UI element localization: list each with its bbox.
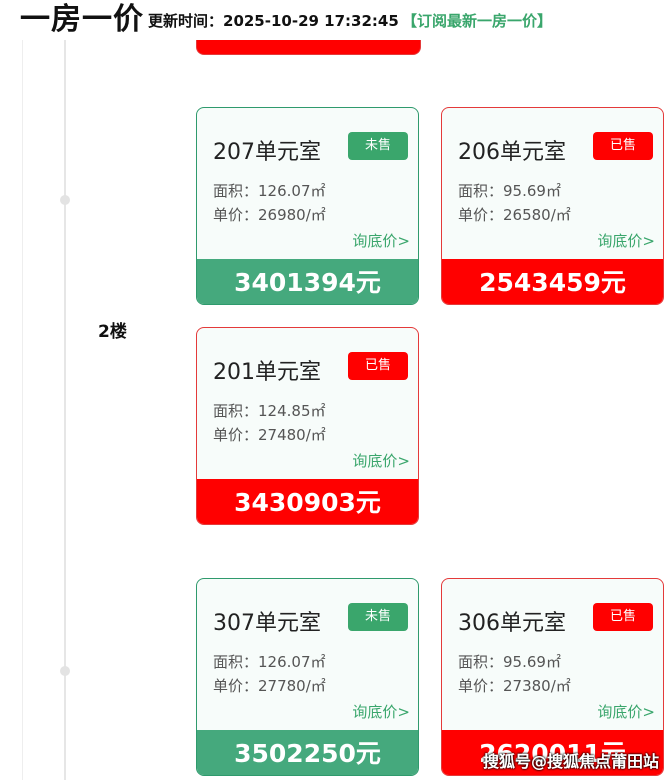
unit-title: 306单元室 xyxy=(458,611,566,636)
status-badge: 已售 xyxy=(593,132,653,160)
total-price-bar: 2543459元 xyxy=(442,259,663,304)
total-price-bar: 3430903元 xyxy=(197,479,418,524)
status-badge: 未售 xyxy=(348,603,408,631)
unit-title: 307单元室 xyxy=(213,611,321,636)
inquiry-price-link[interactable]: 询底价> xyxy=(352,230,410,251)
page-title: 一房一价 xyxy=(20,2,144,37)
timeline-dot xyxy=(60,195,70,205)
inquiry-price-link[interactable]: 询底价> xyxy=(597,230,655,251)
update-time-label: 更新时间：2025-10-29 17:32:45 xyxy=(148,12,399,30)
unit-area: 面积：95.69㎡ xyxy=(458,182,561,200)
unit-card[interactable]: 207单元室 未售 面积：126.07㎡ 单价：26980/㎡ 询底价> 340… xyxy=(196,107,419,305)
unit-price: 单价：27480/㎡ xyxy=(213,426,326,444)
total-price-bar: 3401394元 xyxy=(197,259,418,304)
unit-price: 单价：26980/㎡ xyxy=(213,206,326,224)
unit-price: 单价：27380/㎡ xyxy=(458,677,571,695)
unit-card[interactable]: 201单元室 已售 面积：124.85㎡ 单价：27480/㎡ 询底价> 343… xyxy=(196,327,419,525)
unit-price: 单价：27780/㎡ xyxy=(213,677,326,695)
unit-area: 面积：126.07㎡ xyxy=(213,182,326,200)
unit-area: 面积：124.85㎡ xyxy=(213,402,326,420)
timeline-outer-line xyxy=(22,40,23,780)
watermark: 搜狐号@搜狐焦点莆田站 xyxy=(482,752,659,771)
status-badge: 已售 xyxy=(593,603,653,631)
unit-area: 面积：126.07㎡ xyxy=(213,653,326,671)
page-header: 一房一价 更新时间：2025-10-29 17:32:45 【订阅最新一房一价】 xyxy=(0,0,671,40)
status-badge: 未售 xyxy=(348,132,408,160)
timeline-dot xyxy=(60,666,70,676)
unit-card[interactable]: 307单元室 未售 面积：126.07㎡ 单价：27780/㎡ 询底价> 350… xyxy=(196,578,419,776)
unit-title: 206单元室 xyxy=(458,140,566,165)
inquiry-price-link[interactable]: 询底价> xyxy=(352,701,410,722)
total-price-bar: 3502250元 xyxy=(197,730,418,775)
unit-title: 201单元室 xyxy=(213,360,321,385)
inquiry-price-link[interactable]: 询底价> xyxy=(597,701,655,722)
status-badge: 已售 xyxy=(348,352,408,380)
unit-card[interactable]: 206单元室 已售 面积：95.69㎡ 单价：26580/㎡ 询底价> 2543… xyxy=(441,107,664,305)
subscribe-link[interactable]: 【订阅最新一房一价】 xyxy=(402,10,552,31)
unit-area: 面积：95.69㎡ xyxy=(458,653,561,671)
unit-price: 单价：26580/㎡ xyxy=(458,206,571,224)
unit-title: 207单元室 xyxy=(213,140,321,165)
unit-card[interactable]: 306单元室 已售 面积：95.69㎡ 单价：27380/㎡ 询底价> 2620… xyxy=(441,578,664,776)
floor-label: 2楼 xyxy=(98,322,127,342)
inquiry-price-link[interactable]: 询底价> xyxy=(352,450,410,471)
